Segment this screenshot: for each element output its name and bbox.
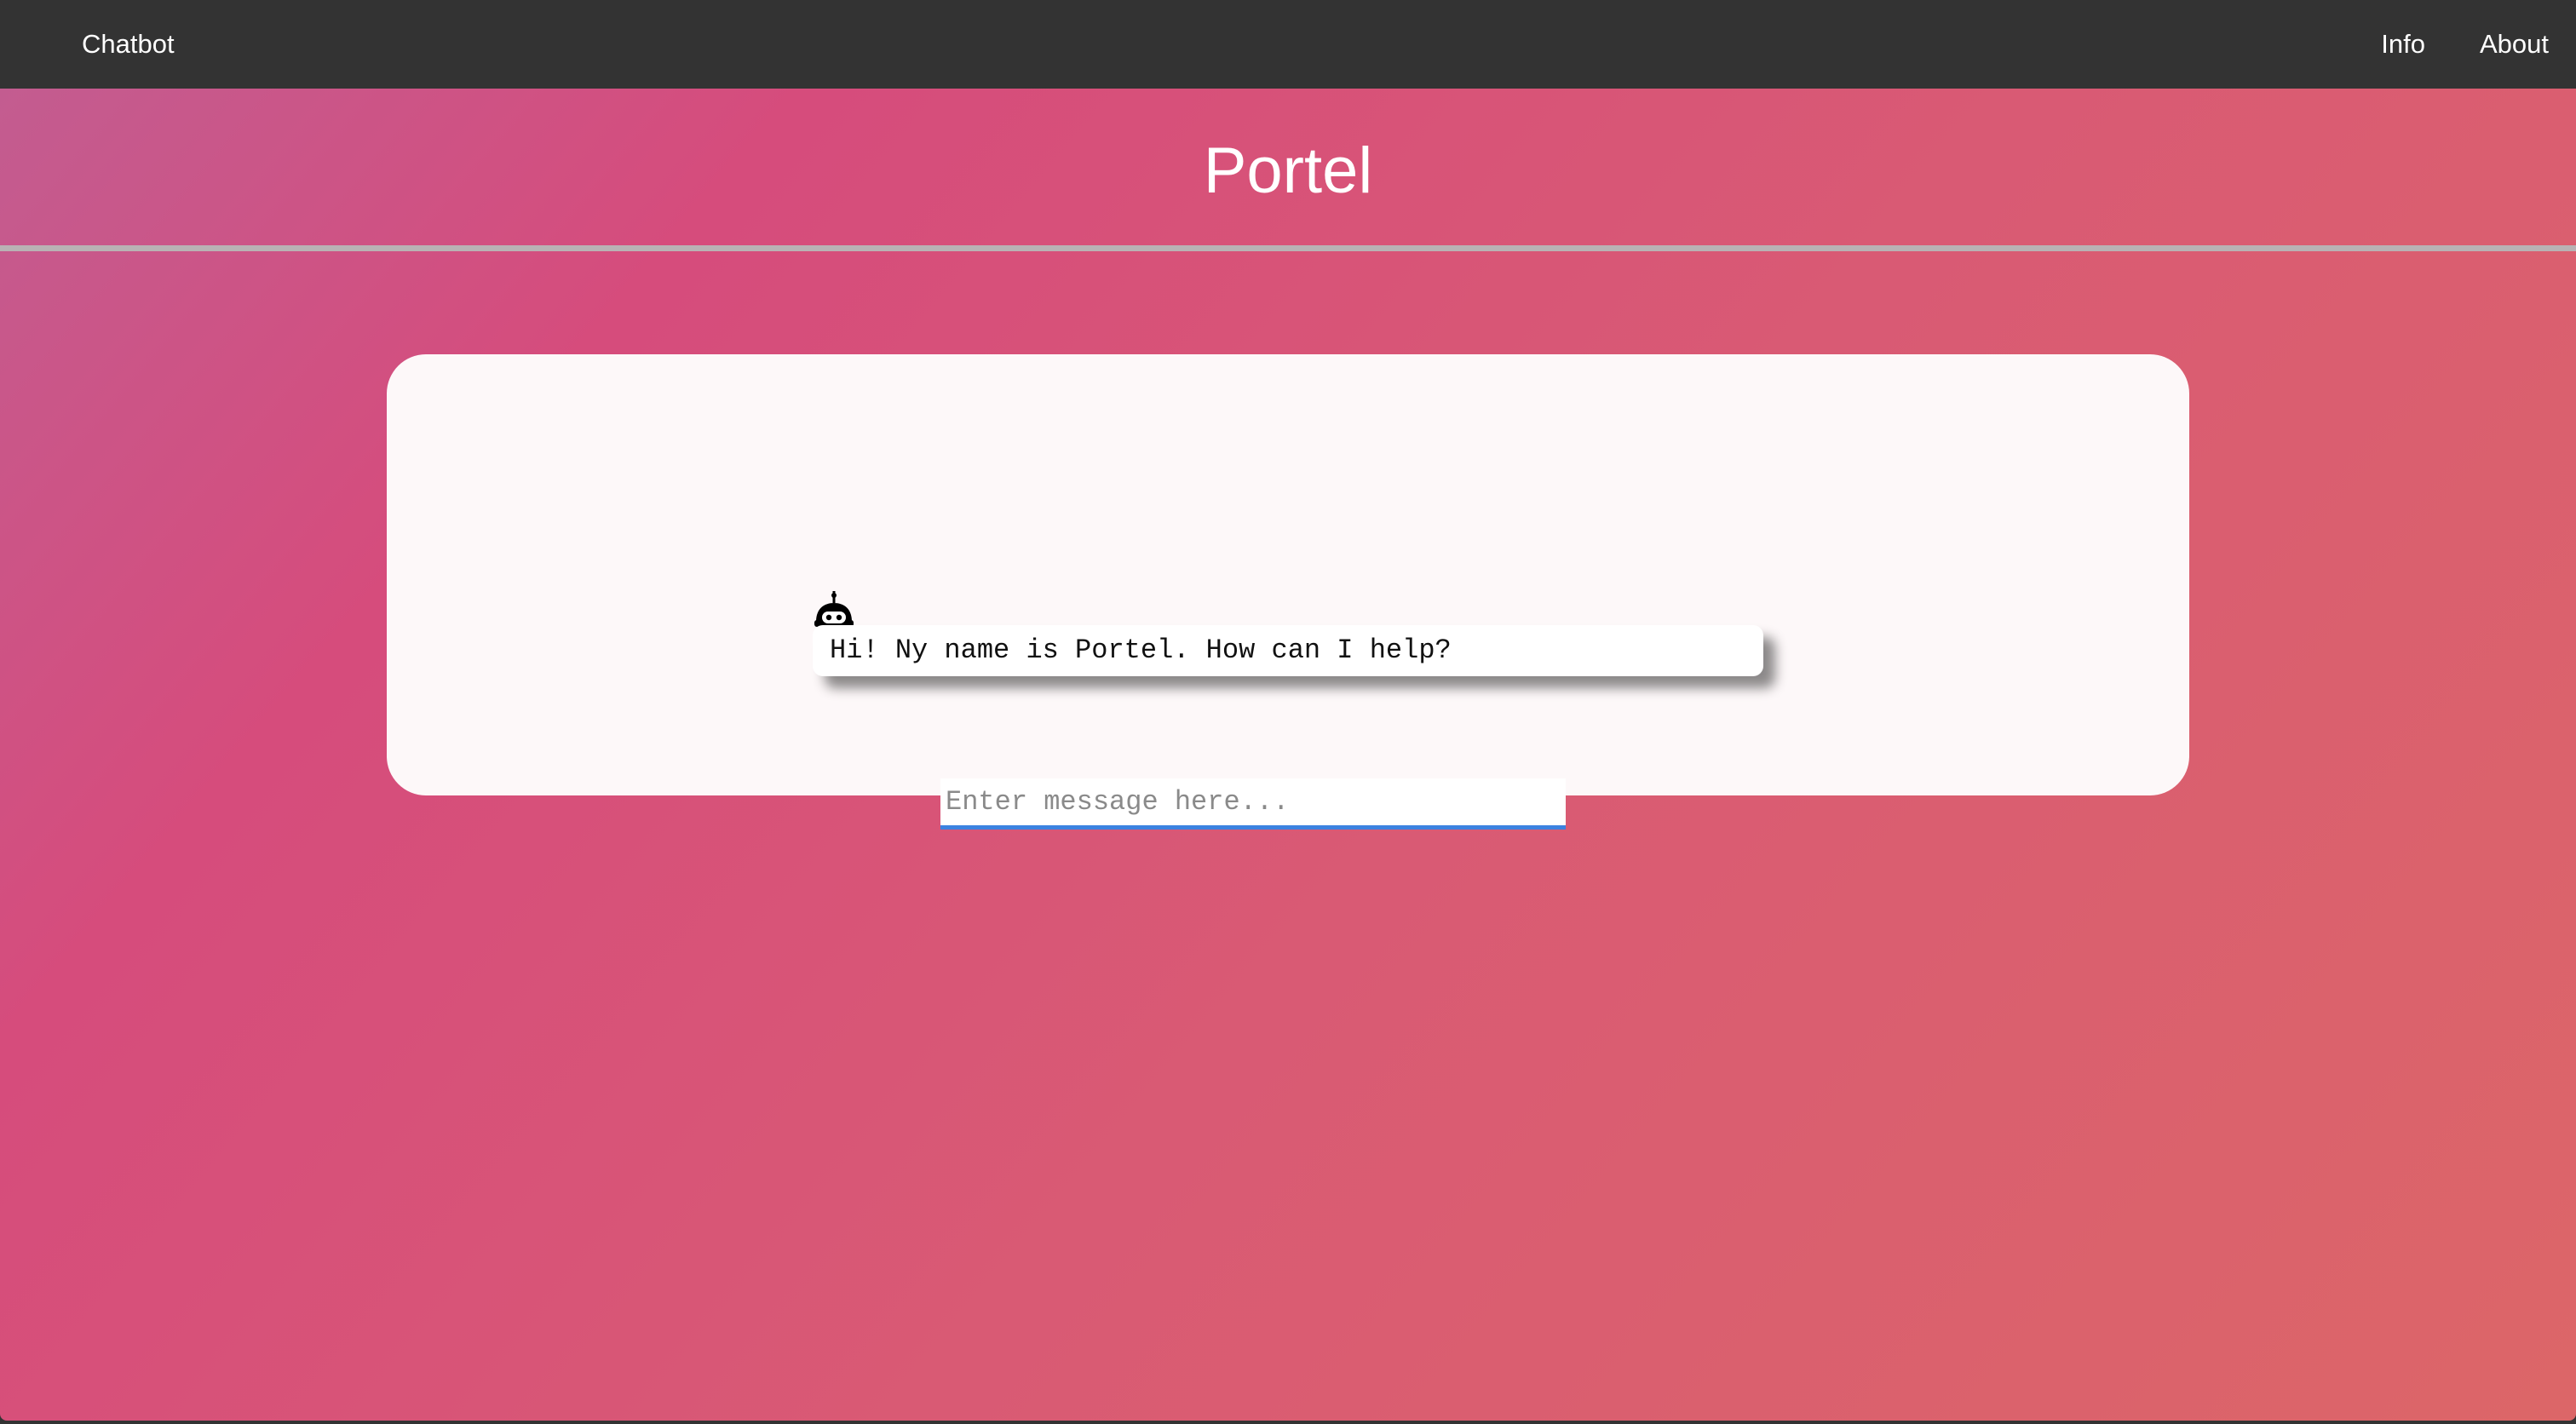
nav-brand-chatbot[interactable]: Chatbot (82, 26, 175, 63)
nav-link-info[interactable]: Info (2381, 26, 2425, 63)
chat-card: Hi! Ny name is Portel. How can I help? (387, 354, 2189, 830)
message-input[interactable] (940, 778, 1566, 830)
nav-links: Info About (2381, 26, 2549, 63)
app-window: Chatbot Info About Portel Hi! Ny name is… (0, 0, 2576, 1424)
top-navbar: Chatbot Info About (0, 0, 2576, 89)
page-header: Portel (0, 89, 2576, 245)
bot-message-bubble: Hi! Ny name is Portel. How can I help? (813, 625, 1763, 676)
bot-message-text: Hi! Ny name is Portel. How can I help? (830, 634, 1452, 666)
nav-link-about[interactable]: About (2480, 26, 2549, 63)
header-divider (0, 245, 2576, 251)
page-title: Portel (1203, 135, 1373, 207)
main-content: Portel Hi! Ny name is Portel. How can I … (0, 89, 2576, 1421)
